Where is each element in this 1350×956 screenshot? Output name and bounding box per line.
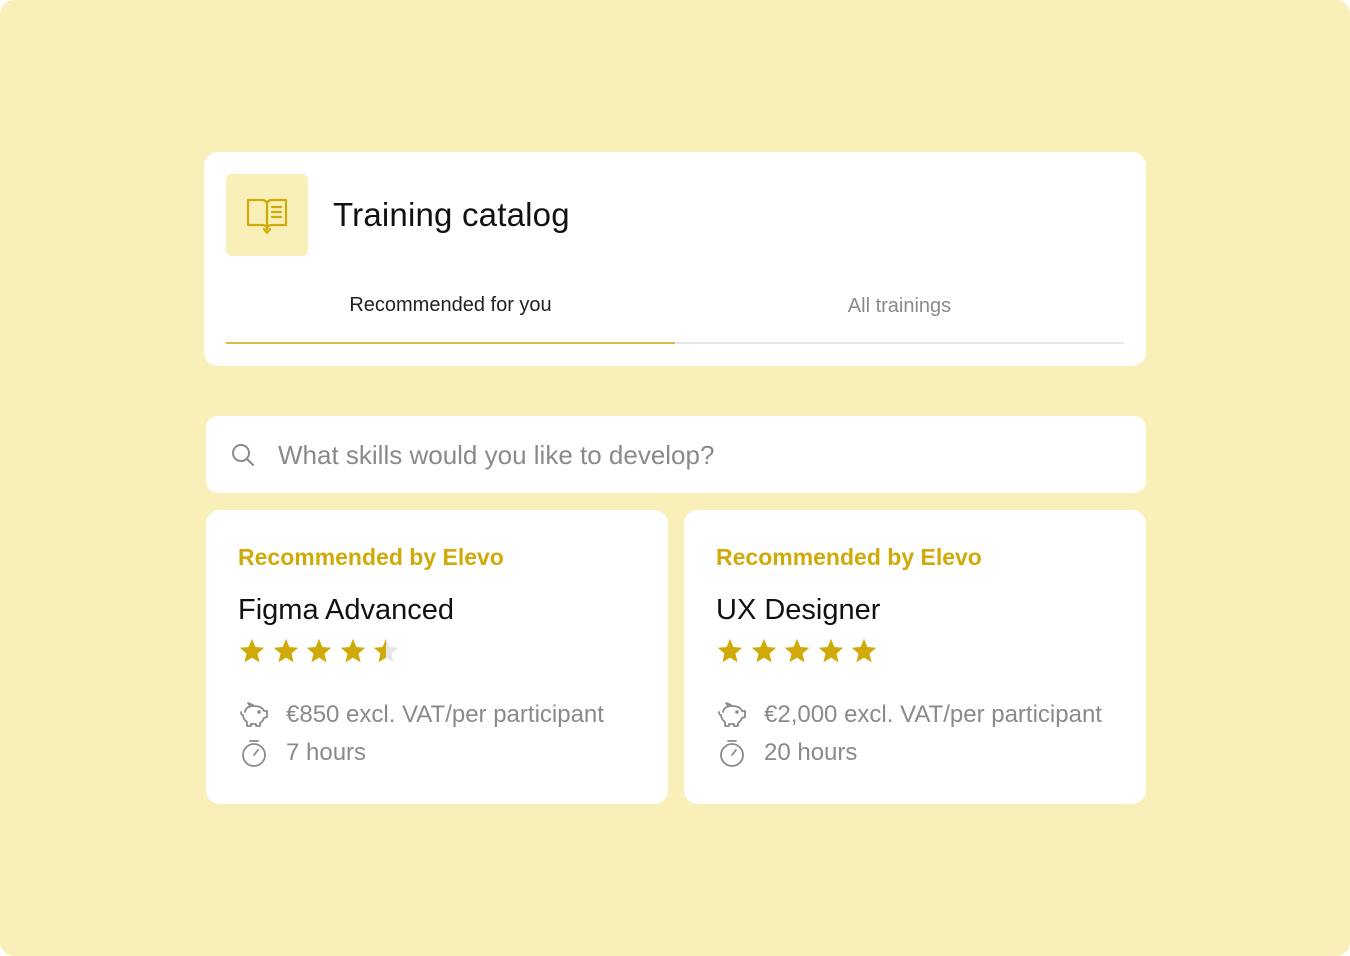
star-icon (751, 638, 776, 663)
search-input[interactable] (278, 432, 1118, 478)
duration-row: 7 hours (238, 738, 366, 768)
star-icon (818, 638, 843, 663)
star-icon (851, 638, 877, 663)
search-icon (232, 444, 254, 466)
recommended-badge: Recommended by Elevo (716, 544, 982, 570)
price-row: €2,000 excl. VAT/per participant (716, 700, 1102, 730)
tab-all-trainings[interactable]: All trainings (675, 272, 1124, 344)
active-tab-indicator (226, 342, 675, 344)
star-rating (238, 637, 406, 667)
search-bar[interactable] (206, 416, 1146, 493)
star-rating (716, 637, 884, 667)
star-icon (239, 638, 265, 663)
page-title: Training catalog (333, 196, 570, 233)
piggy-bank-icon (238, 700, 270, 730)
star-icon (373, 638, 399, 663)
catalog-header-panel: Training catalog Recommended for you All… (204, 152, 1146, 366)
star-icon (306, 638, 332, 663)
page-background: Training catalog Recommended for you All… (0, 0, 1350, 956)
duration-row: 20 hours (716, 738, 857, 768)
price-row: €850 excl. VAT/per participant (238, 700, 604, 730)
catalog-tabs: Recommended for you All trainings (226, 272, 1124, 344)
course-card[interactable]: Recommended by Elevo Figma Advanced €850… (206, 510, 668, 804)
course-title: UX Designer (716, 594, 881, 626)
star-icon (717, 638, 743, 663)
stopwatch-icon (716, 738, 748, 768)
price-text: €2,000 excl. VAT/per participant (764, 701, 1102, 728)
price-text: €850 excl. VAT/per participant (286, 701, 604, 728)
recommended-badge: Recommended by Elevo (238, 544, 504, 570)
course-title: Figma Advanced (238, 594, 455, 626)
course-card[interactable]: Recommended by Elevo UX Designer €2,000 … (684, 510, 1146, 804)
tab-recommended-for-you[interactable]: Recommended for you (226, 272, 675, 344)
piggy-bank-icon (716, 700, 748, 730)
duration-text: 20 hours (764, 739, 858, 766)
star-icon (273, 638, 298, 663)
open-book-icon (226, 174, 308, 256)
stopwatch-icon (238, 738, 270, 768)
duration-text: 7 hours (286, 739, 367, 766)
star-icon (340, 638, 365, 663)
star-icon (784, 638, 810, 663)
